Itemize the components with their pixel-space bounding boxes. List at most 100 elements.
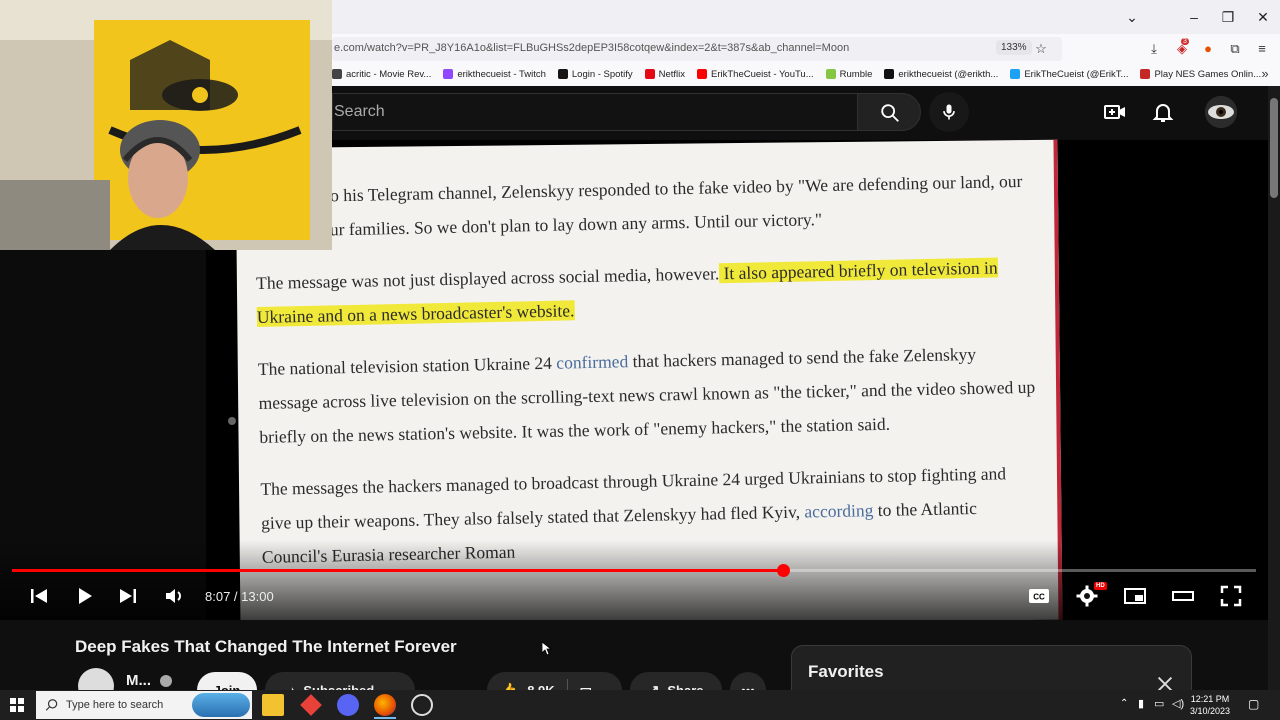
article-text-span: The messages the hackers managed to broa… (260, 463, 1007, 533)
discord-icon[interactable] (337, 694, 359, 716)
time-current: 8:07 (205, 589, 231, 604)
account-avatar[interactable] (1205, 96, 1237, 128)
microphone-tray-icon[interactable]: ▮ (1138, 697, 1144, 710)
bookmark-item[interactable]: Rumble (825, 68, 873, 80)
article-link: confirmed (556, 351, 629, 373)
eye-icon (1205, 96, 1237, 128)
video-title: Deep Fakes That Changed The Internet For… (75, 637, 457, 656)
notifications-center-icon[interactable]: ▢ (1248, 697, 1259, 711)
bookmark-favicon-icon (644, 69, 655, 79)
create-video-icon[interactable] (1103, 100, 1127, 124)
bookmark-favicon-icon (1010, 69, 1021, 79)
article-text-span: The message was not just displayed acros… (255, 263, 720, 293)
hd-badge: HD (1094, 582, 1107, 590)
volume-icon[interactable] (162, 584, 188, 608)
clock-date: 3/10/2023 (1190, 706, 1231, 716)
search-input[interactable] (332, 93, 857, 131)
search-highlight-image (192, 693, 250, 717)
time-separator: / (230, 589, 242, 604)
bookmark-item[interactable]: Play NES Games Onlin... (1140, 69, 1261, 80)
extension-badge: 3 (1181, 38, 1189, 45)
duckduckgo-icon[interactable]: ● (1199, 40, 1217, 58)
taskbar-search-icon (45, 699, 58, 711)
next-icon[interactable] (115, 584, 141, 608)
channel-name[interactable]: M... (126, 672, 151, 689)
taskbar-search-placeholder: Type here to search (66, 699, 164, 711)
url-text[interactable]: e.com/watch?v=PR_J8Y16A1o&list=FLBuGHSs2… (334, 42, 849, 54)
bookmark-item[interactable]: Netflix (644, 69, 685, 80)
time-display: 8:07 / 13:00 (205, 589, 274, 604)
network-icon[interactable]: ▭ (1154, 697, 1164, 710)
firefox-icon[interactable] (374, 694, 396, 716)
progress-played (12, 569, 784, 572)
search-button[interactable] (857, 93, 921, 131)
bookmark-item[interactable]: Login - Spotify (557, 68, 633, 80)
taskbar-clock[interactable]: 12:21 PM 3/10/2023 (1190, 693, 1230, 717)
article-paragraph-3: The national television station Ukraine … (258, 336, 1040, 454)
tray-chevron-up-icon[interactable]: ⌃ (1120, 698, 1128, 709)
zoom-level[interactable]: 133% (996, 40, 1032, 55)
fullscreen-icon[interactable] (1218, 584, 1244, 608)
favorites-title: Favorites (808, 662, 884, 681)
bookmark-favicon-icon (557, 69, 568, 79)
obs-icon[interactable] (411, 694, 433, 716)
tab-list-chevron-icon[interactable]: ⌄ (1120, 6, 1144, 28)
downloads-icon[interactable]: ⤓ (1145, 40, 1163, 58)
theater-mode-icon[interactable] (1170, 584, 1196, 608)
progress-bar[interactable] (12, 564, 1256, 577)
play-icon[interactable] (71, 584, 97, 608)
bookmark-favicon-icon (697, 69, 708, 79)
active-app-indicator (374, 717, 396, 719)
miniplayer-icon[interactable] (1122, 584, 1148, 608)
search-icon (881, 104, 899, 122)
mouse-cursor-icon (542, 642, 552, 656)
microphone-icon (943, 104, 955, 120)
maximize-button[interactable]: ❐ (1216, 6, 1240, 28)
time-total: 13:00 (241, 589, 274, 604)
bookmark-favicon-icon (443, 69, 454, 79)
bookmark-label: acritic - Movie Rev... (346, 68, 432, 80)
article-link: according (804, 500, 874, 522)
bookmark-label: Rumble (839, 68, 873, 80)
svg-text:CC: CC (1033, 593, 1045, 602)
page-scrollbar-thumb[interactable] (1270, 98, 1278, 198)
search-placeholder: Search (334, 103, 385, 120)
bookmark-favicon-icon (1140, 69, 1151, 79)
bookmarks-overflow-icon[interactable]: » (1256, 65, 1274, 83)
captions-icon[interactable]: CC (1026, 584, 1052, 608)
bookmark-item[interactable]: acritic - Movie Rev... (332, 69, 431, 80)
bookmark-label: ErikTheCueist (@ErikT... (1024, 68, 1129, 80)
notifications-bell-icon[interactable] (1151, 100, 1175, 124)
bookmark-favicon-icon (884, 69, 895, 79)
article-text-span: posted to his Telegram channel, Zelensky… (254, 170, 1023, 241)
bookmark-item[interactable]: erikthecueist (@erikth... (884, 69, 998, 80)
bookmark-item[interactable]: ErikTheCueist (@ErikT... (1010, 69, 1128, 80)
extensions-puzzle-icon[interactable]: ⧉ (1226, 40, 1244, 58)
speaker-icon[interactable]: ◁) (1172, 697, 1184, 710)
article-text: eo posted to his Telegram channel, Zelen… (254, 164, 1042, 592)
bookmark-label: erikthecueist (@erikth... (898, 68, 999, 80)
bookmark-label: Login - Spotify (571, 68, 633, 80)
voice-search-button[interactable] (929, 92, 969, 132)
menu-hamburger-icon[interactable]: ≡ (1253, 40, 1271, 58)
article-paragraph-2: The message was not just displayed acros… (256, 250, 1037, 334)
minimize-button[interactable]: – (1182, 6, 1206, 28)
player-controls-overlay (0, 540, 1268, 620)
article-text-span: The national television station Ukraine … (257, 352, 557, 379)
bookmark-label: erikthecueist - Twitch (457, 68, 546, 80)
windows-start-icon[interactable] (10, 698, 24, 712)
bookmark-item[interactable]: ErikTheCueist - YouTu... (697, 69, 814, 80)
bookmark-label: Play NES Games Onlin... (1154, 68, 1262, 80)
bookmark-favicon-icon (825, 69, 836, 79)
bookmark-favicon-icon (332, 69, 342, 79)
bookmark-star-icon[interactable]: ☆ (1032, 40, 1050, 58)
file-explorer-icon[interactable] (262, 694, 284, 716)
webcam-feed-image (0, 0, 332, 250)
previous-icon[interactable] (26, 584, 52, 608)
webcam-overlay (0, 0, 332, 250)
bookmark-label: ErikTheCueist - YouTu... (711, 68, 814, 80)
bookmarks-bar: acritic - Movie Rev... erikthecueist - Tw… (332, 64, 1280, 84)
bookmark-item[interactable]: erikthecueist - Twitch (443, 69, 546, 80)
close-window-button[interactable]: ✕ (1251, 6, 1275, 28)
clock-time: 12:21 PM (1190, 694, 1230, 704)
